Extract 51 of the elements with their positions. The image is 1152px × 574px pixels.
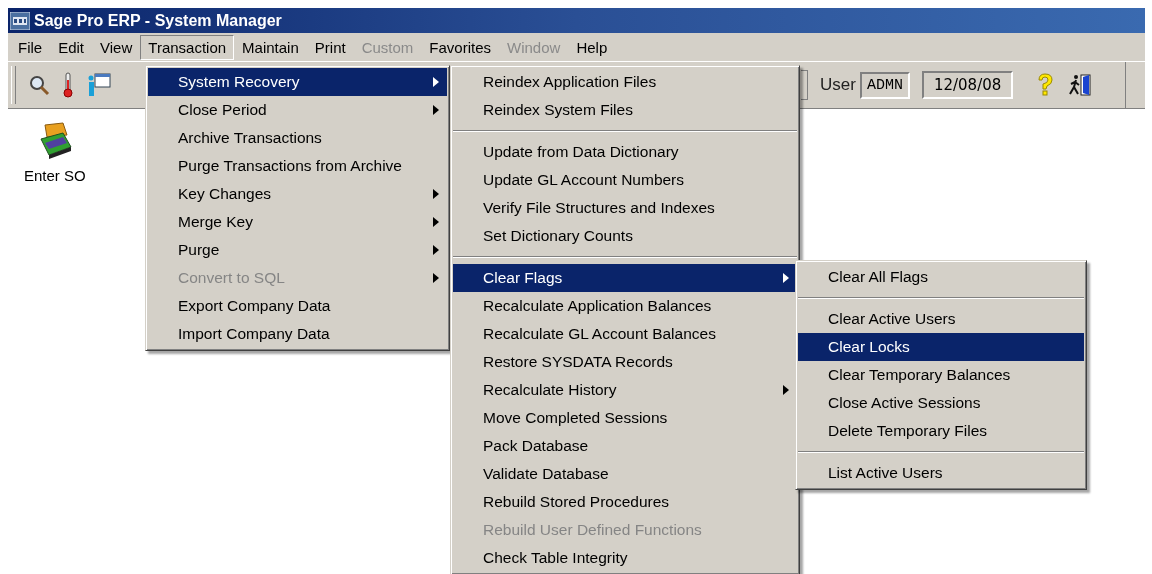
menu-item[interactable]: Reindex System Files (453, 96, 797, 124)
window-title: Sage Pro ERP - System Manager (34, 11, 282, 30)
menu-item[interactable]: Update GL Account Numbers (453, 166, 797, 194)
menu-item[interactable]: Recalculate Application Balances (453, 292, 797, 320)
menu-item[interactable]: Key Changes (148, 180, 447, 208)
menu-item[interactable]: Rebuild Stored Procedures (453, 488, 797, 516)
menu-item[interactable]: Purge (148, 236, 447, 264)
menu-item[interactable]: Clear Active Users (798, 305, 1084, 333)
menu-item[interactable]: System Recovery (148, 68, 447, 96)
menu-bar-item[interactable]: Transaction (140, 34, 235, 60)
menu-item[interactable]: Delete Temporary Files (798, 417, 1084, 445)
toolbar-field[interactable] (801, 70, 808, 100)
menu-item[interactable]: Clear Flags (453, 264, 797, 292)
menu-item[interactable]: Recalculate GL Account Balances (453, 320, 797, 348)
info-icon[interactable] (86, 72, 112, 98)
menu-item[interactable]: Export Company Data (148, 292, 447, 320)
menu-item[interactable]: Clear Temporary Balances (798, 361, 1084, 389)
menu-item[interactable]: List Active Users (798, 459, 1084, 487)
menu-item[interactable]: Restore SYSDATA Records (453, 348, 797, 376)
menu-item[interactable]: Clear All Flags (798, 263, 1084, 291)
menu-bar-item[interactable]: Help (568, 34, 616, 60)
menu-bar-item[interactable]: Edit (50, 34, 93, 60)
menu-item[interactable]: Clear Locks (798, 333, 1084, 361)
menu-item[interactable]: Merge Key (148, 208, 447, 236)
menu-bar-item[interactable]: Print (306, 34, 354, 60)
menu-item[interactable]: Reindex Application Files (453, 68, 797, 96)
date-field: 12/08/08 (921, 71, 1014, 99)
menu-item[interactable]: Check Table Integrity (453, 544, 797, 572)
menu-bar-item[interactable]: Favorites (421, 34, 499, 60)
menu-item[interactable]: Close Period (148, 96, 447, 124)
exit-door-icon[interactable] (1067, 72, 1094, 98)
menu-item[interactable]: Purge Transactions from Archive (148, 152, 447, 180)
menu-item[interactable]: Import Company Data (148, 320, 447, 348)
menu-item[interactable]: Set Dictionary Counts (453, 222, 797, 250)
user-label: User (820, 75, 856, 95)
menu-item[interactable]: Recalculate History (453, 376, 797, 404)
app-logo-icon (10, 11, 30, 30)
menu-bar-item[interactable]: Maintain (234, 34, 307, 60)
menu-item[interactable]: Pack Database (453, 432, 797, 460)
search-icon[interactable] (28, 74, 50, 96)
menu-bar-item[interactable]: File (10, 34, 51, 60)
menu-item[interactable]: Update from Data Dictionary (453, 138, 797, 166)
desktop-icon-label: Enter SO (24, 167, 86, 184)
menu-item[interactable]: Archive Transactions (148, 124, 447, 152)
menu-item[interactable]: Move Completed Sessions (453, 404, 797, 432)
menu-item[interactable]: Validate Database (453, 460, 797, 488)
thermometer-icon[interactable] (62, 72, 74, 98)
menu-item[interactable]: Close Active Sessions (798, 389, 1084, 417)
menu-item[interactable]: Verify File Structures and Indexes (453, 194, 797, 222)
menu-bar-item[interactable]: View (92, 34, 141, 60)
user-field: ADMN (859, 71, 910, 99)
